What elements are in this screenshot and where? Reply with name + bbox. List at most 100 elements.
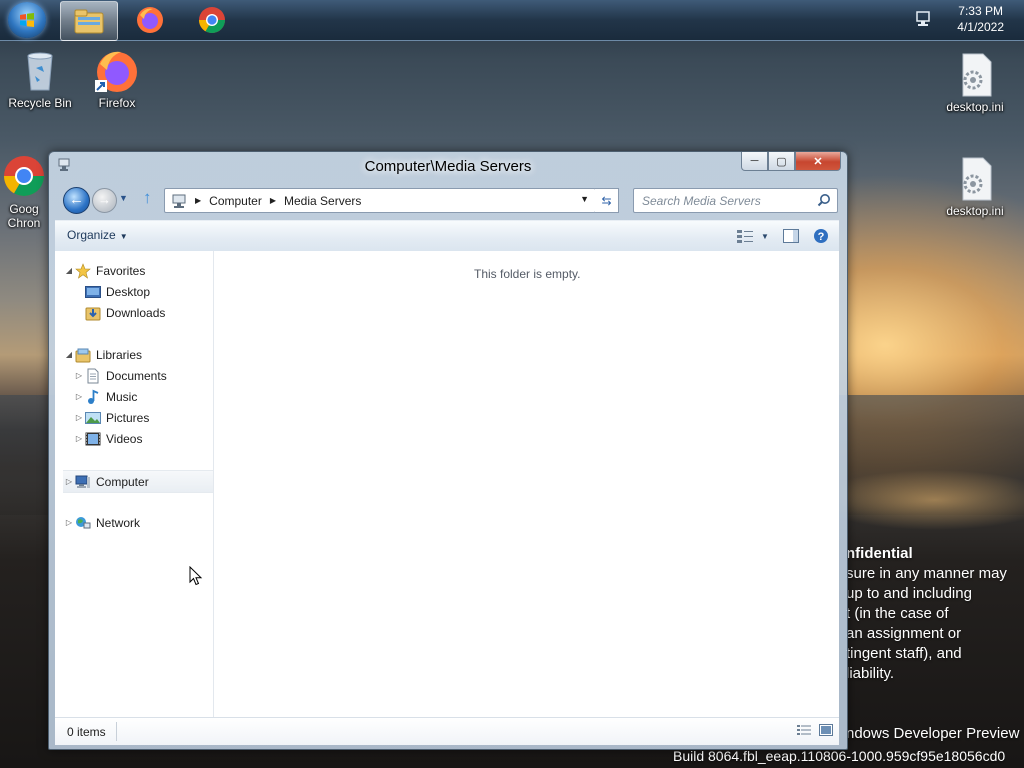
taskbar-explorer-button[interactable] [60, 1, 118, 41]
window-content: ◢ Favorites Desktop Downloads ◢ Librarie… [55, 251, 839, 717]
recent-pages-dropdown[interactable]: ▼ [119, 193, 128, 203]
taskbar: 7:33 PM 4/1/2022 [0, 0, 1024, 41]
expand-arrow-icon[interactable]: ▷ [63, 518, 75, 527]
desktop-icon-chrome[interactable]: Goog Chron [0, 152, 55, 230]
minimize-button[interactable]: ─ [741, 152, 768, 171]
breadcrumb-computer[interactable]: Computer [209, 194, 262, 208]
search-input[interactable] [640, 189, 814, 212]
nav-label: Favorites [96, 263, 146, 278]
nav-item-network[interactable]: ▷ Network [63, 512, 219, 533]
nav-label: Network [96, 515, 141, 530]
maximize-button[interactable]: ▢ [768, 152, 795, 171]
desktop-icon-recycle-bin[interactable]: Recycle Bin [0, 46, 80, 110]
taskbar-chrome-button[interactable] [184, 1, 240, 39]
desktop-icon-firefox[interactable]: Firefox [77, 46, 157, 110]
empty-folder-message: This folder is empty. [474, 267, 581, 281]
watermark-line: an assignment or [846, 625, 962, 642]
up-button[interactable]: ↑ [143, 188, 152, 208]
desktop-icon-desktop-ini-1[interactable]: desktop.ini [935, 50, 1015, 114]
expand-arrow-icon[interactable]: ▷ [73, 434, 85, 443]
music-icon [88, 389, 99, 404]
nav-item-documents[interactable]: ▷ Documents [73, 365, 213, 386]
nav-label: Desktop [106, 284, 151, 299]
nav-item-music[interactable]: ▷ Music [73, 386, 213, 407]
watermark-line: liability. [846, 665, 895, 682]
watermark-line: tingent staff), and [846, 645, 962, 662]
expand-arrow-icon[interactable]: ▷ [73, 371, 85, 380]
navigation-pane[interactable]: ◢ Favorites Desktop Downloads ◢ Librarie… [55, 251, 214, 717]
minimize-icon: ─ [750, 155, 759, 167]
command-bar: Organize ▼ ▼ ? [55, 220, 839, 252]
nav-item-favorites[interactable]: ◢ Favorites [63, 260, 219, 281]
preview-pane-button[interactable] [781, 226, 801, 246]
chevron-down-icon: ▼ [119, 232, 128, 241]
nav-label: Libraries [96, 347, 143, 362]
nav-item-libraries[interactable]: ◢ Libraries [63, 344, 219, 365]
expand-chevron-icon[interactable]: ◢ [63, 266, 75, 275]
breadcrumb-separator-icon[interactable]: ▶ [270, 196, 276, 205]
close-icon: ✕ [813, 155, 823, 168]
item-count: 0 items [67, 725, 106, 739]
help-button[interactable]: ? [811, 226, 831, 246]
start-button[interactable] [8, 2, 46, 38]
network-icon [76, 516, 91, 528]
nav-item-pictures[interactable]: ▷ Pictures [73, 407, 213, 428]
nav-label: Computer [96, 474, 149, 489]
organize-menu[interactable]: Organize ▼ [67, 228, 128, 242]
status-bar: 0 items [55, 717, 839, 745]
search-icon[interactable] [817, 193, 831, 207]
nav-item-computer[interactable]: ▷ Computer [63, 470, 213, 493]
watermark-line: ndows Developer Preview [846, 725, 1020, 742]
media-server-icon [172, 194, 186, 208]
refresh-button[interactable]: ⇆ [595, 188, 619, 213]
window-title: Computer\Media Servers [364, 158, 532, 175]
nav-item-downloads[interactable]: Downloads [85, 302, 213, 323]
large-icons-view-icon[interactable] [819, 723, 833, 737]
chevron-down-icon: ▼ [761, 231, 769, 241]
nav-label: Music [106, 389, 138, 404]
nav-label: Downloads [106, 305, 166, 320]
breadcrumb-separator-icon[interactable]: ▶ [195, 196, 201, 205]
search-box[interactable] [633, 188, 838, 213]
chrome-icon [4, 156, 44, 196]
desktop-icon-label: desktop.ini [946, 100, 1004, 114]
nav-item-desktop[interactable]: Desktop [85, 281, 213, 302]
nav-label: Documents [106, 368, 167, 383]
desktop-icon-desktop-ini-2[interactable]: desktop.ini [935, 154, 1015, 218]
back-button[interactable]: ← [63, 187, 90, 214]
nav-label: Pictures [106, 410, 150, 425]
chrome-icon [198, 7, 226, 34]
expand-arrow-icon[interactable]: ▷ [73, 392, 85, 401]
details-view-icon[interactable] [797, 723, 811, 737]
back-arrow-icon: ← [69, 191, 84, 208]
maximize-icon: ▢ [776, 155, 787, 168]
forward-button[interactable]: → [92, 188, 117, 213]
chevron-down-icon: ▼ [119, 193, 128, 203]
address-bar[interactable]: ▶ Computer ▶ Media Servers ▼ [164, 188, 596, 213]
close-button[interactable]: ✕ [795, 152, 841, 171]
tray-clock[interactable]: 7:33 PM 4/1/2022 [957, 3, 1004, 35]
nav-item-videos[interactable]: ▷ Videos [73, 428, 213, 449]
up-arrow-icon: ↑ [143, 188, 152, 207]
change-view-button[interactable]: ▼ [735, 226, 771, 246]
computer-icon [75, 475, 90, 488]
clock-time: 7:33 PM [958, 4, 1003, 18]
watermark-line: t (in the case of [846, 605, 949, 622]
explorer-window: Computer\Media Servers ─ ▢ ✕ ← → ▼ ↑ ▶ C… [48, 151, 848, 750]
desktop-icon-label: desktop.ini [946, 204, 1004, 218]
breadcrumb-media-servers[interactable]: Media Servers [284, 194, 361, 208]
address-dropdown-icon[interactable]: ▼ [580, 194, 589, 204]
folder-icon [74, 9, 104, 34]
downloads-folder-icon [85, 307, 101, 320]
watermark-line: up to and including [846, 585, 972, 602]
navigation-bar: ← → ▼ ↑ ▶ Computer ▶ Media Servers ▼ ⇆ [59, 186, 839, 214]
expand-arrow-icon[interactable]: ▷ [63, 477, 75, 486]
firefox-icon [95, 51, 137, 92]
taskbar-firefox-button[interactable] [122, 1, 178, 39]
expand-chevron-icon[interactable]: ◢ [63, 350, 75, 359]
mouse-cursor-icon [189, 566, 203, 586]
expand-arrow-icon[interactable]: ▷ [73, 413, 85, 422]
network-tray-icon[interactable] [914, 10, 932, 28]
preview-pane-icon [783, 229, 799, 243]
desktop-folder-icon [85, 285, 101, 298]
